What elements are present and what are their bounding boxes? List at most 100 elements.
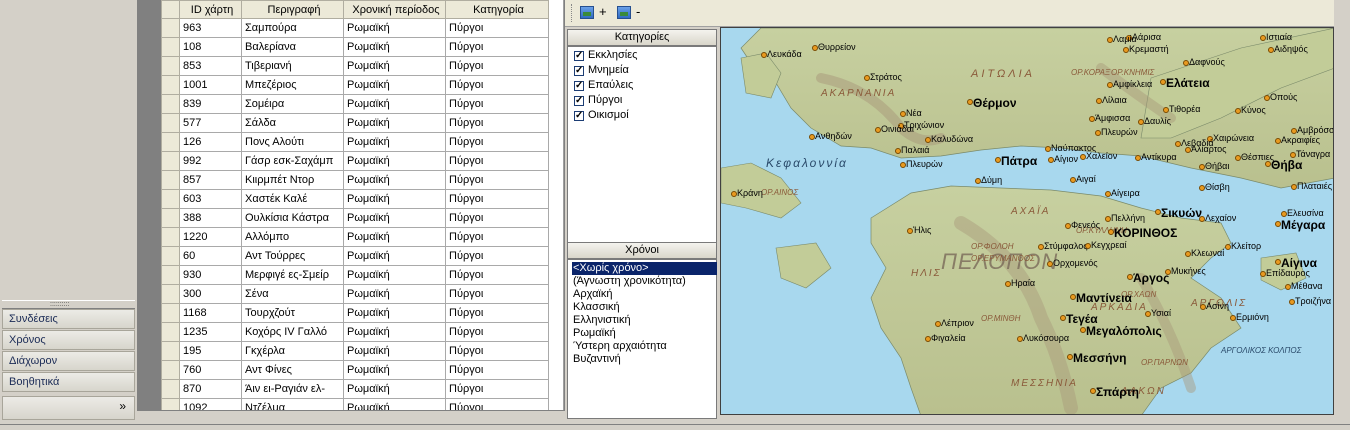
site-marker-icon[interactable] <box>1005 281 1011 287</box>
row-selector[interactable] <box>161 341 180 361</box>
city-label[interactable]: Αμφίκλεια <box>1113 79 1152 89</box>
site-marker-icon[interactable] <box>1067 354 1073 360</box>
cell-map-id[interactable]: 388 <box>179 208 242 228</box>
checkbox-churches[interactable]: ✓ <box>574 51 584 61</box>
city-label[interactable]: Θίσβη <box>1205 182 1230 192</box>
cell-map-id[interactable]: 992 <box>179 151 242 171</box>
city-label[interactable]: Μέγαρα <box>1281 218 1325 232</box>
cell-map-id[interactable]: 963 <box>179 18 242 38</box>
cell-description[interactable]: Ουλκίσια Κάστρα <box>241 208 344 228</box>
cell-description[interactable]: Αλλόμπο <box>241 227 344 247</box>
site-marker-icon[interactable] <box>1200 304 1206 310</box>
cell-category[interactable]: Πύργοι <box>445 113 549 133</box>
city-label[interactable]: Θήβα <box>1271 158 1302 172</box>
site-marker-icon[interactable] <box>1155 209 1161 215</box>
cell-map-id[interactable]: 60 <box>179 246 242 266</box>
site-marker-icon[interactable] <box>1260 35 1266 41</box>
site-marker-icon[interactable] <box>1275 259 1281 265</box>
cell-category[interactable]: Πύργοι <box>445 360 549 380</box>
city-label[interactable]: Ορχομενός <box>1053 258 1098 268</box>
site-marker-icon[interactable] <box>925 336 931 342</box>
site-marker-icon[interactable] <box>935 321 941 327</box>
nav-button-utilities[interactable]: Βοηθητικά <box>2 372 135 392</box>
site-marker-icon[interactable] <box>1107 37 1113 43</box>
cell-period[interactable]: Ρωμαϊκή <box>343 113 446 133</box>
cell-map-id[interactable]: 1220 <box>179 227 242 247</box>
cell-period[interactable]: Ρωμαϊκή <box>343 379 446 399</box>
site-marker-icon[interactable] <box>1199 185 1205 191</box>
checkbox-villas[interactable]: ✓ <box>574 81 584 91</box>
cell-map-id[interactable]: 577 <box>179 113 242 133</box>
cell-category[interactable]: Πύργοι <box>445 246 549 266</box>
city-label[interactable]: Τροιζήνα <box>1295 296 1331 306</box>
cell-period[interactable]: Ρωμαϊκή <box>343 170 446 190</box>
row-selector-header[interactable] <box>161 0 180 19</box>
site-marker-icon[interactable] <box>1285 284 1291 290</box>
cell-description[interactable]: Αντ Φίνες <box>241 360 344 380</box>
site-marker-icon[interactable] <box>731 191 737 197</box>
years-listbox[interactable]: <Χωρίς χρόνο> (Άγνωστη χρονικότητα) Αρχα… <box>567 259 717 419</box>
row-selector[interactable] <box>161 132 180 152</box>
table-row[interactable]: 992 Γάσρ εσκ-Σαχάμπ Ρωμαϊκή Πύργοι <box>161 151 549 171</box>
map-view[interactable]: ΠΕΛΟΠΟΝ ΑΙΤΩΛΙΑ ΑΚΑΡΝΑΝΙΑ ΑΧΑΪΑ ΗΛΙΣ ΑΡΚ… <box>720 27 1334 415</box>
city-label[interactable]: Δαυλίς <box>1144 116 1171 126</box>
city-label[interactable]: Κεγχρεαί <box>1091 240 1127 250</box>
column-header-map-id[interactable]: ID χάρτη <box>179 0 242 19</box>
table-row[interactable]: 1168 Τουρχζούτ Ρωμαϊκή Πύργοι <box>161 303 549 323</box>
cell-description[interactable]: Μερφιγέ ες-Σμείρ <box>241 265 344 285</box>
city-label[interactable]: Πλευρών <box>1101 127 1138 137</box>
city-label[interactable]: Φιγαλεία <box>931 333 966 343</box>
city-label[interactable]: Πλαταιές <box>1297 181 1332 191</box>
city-label[interactable]: Μυκήνες <box>1171 266 1206 276</box>
site-marker-icon[interactable] <box>1275 138 1281 144</box>
city-label[interactable]: Παλαιά <box>901 145 929 155</box>
cell-category[interactable]: Πύργοι <box>445 75 549 95</box>
site-marker-icon[interactable] <box>1281 211 1287 217</box>
site-marker-icon[interactable] <box>1235 108 1241 114</box>
site-marker-icon[interactable] <box>1163 107 1169 113</box>
column-header-period[interactable]: Χρονική περίοδος <box>343 0 446 19</box>
site-marker-icon[interactable] <box>1105 216 1111 222</box>
cell-map-id[interactable]: 603 <box>179 189 242 209</box>
cell-map-id[interactable]: 195 <box>179 341 242 361</box>
table-row[interactable]: 108 Βαλερίανα Ρωμαϊκή Πύργοι <box>161 37 549 57</box>
city-label[interactable]: Λαμία <box>1113 34 1137 44</box>
cell-description[interactable]: Σαμπούρα <box>241 18 344 38</box>
year-item-hellenistic[interactable]: Ελληνιστική <box>572 314 717 327</box>
cell-category[interactable]: Πύργοι <box>445 132 549 152</box>
site-marker-icon[interactable] <box>761 52 767 58</box>
row-selector[interactable] <box>161 360 180 380</box>
checkbox-towers[interactable]: ✓ <box>574 96 584 106</box>
cell-period[interactable]: Ρωμαϊκή <box>343 322 446 342</box>
table-row[interactable]: 839 Σομέιρα Ρωμαϊκή Πύργοι <box>161 94 549 114</box>
cell-map-id[interactable]: 839 <box>179 94 242 114</box>
table-row[interactable]: 603 Χαστέκ Καλέ Ρωμαϊκή Πύργοι <box>161 189 549 209</box>
city-label[interactable]: Θήβαι <box>1205 161 1229 171</box>
site-marker-icon[interactable] <box>1045 146 1051 152</box>
city-label[interactable]: Ανθηδών <box>815 131 852 141</box>
zoom-in-button[interactable]: + <box>599 5 607 19</box>
site-marker-icon[interactable] <box>1105 191 1111 197</box>
city-label[interactable]: Ιστιαία <box>1266 32 1292 42</box>
cell-category[interactable]: Πύργοι <box>445 322 549 342</box>
site-marker-icon[interactable] <box>1175 141 1181 147</box>
cell-description[interactable]: Σομέιρα <box>241 94 344 114</box>
city-label[interactable]: Ελευσίνα <box>1287 208 1324 218</box>
cell-category[interactable]: Πύργοι <box>445 56 549 76</box>
city-label[interactable]: Μέθανα <box>1291 281 1322 291</box>
cell-category[interactable]: Πύργοι <box>445 208 549 228</box>
table-row[interactable]: 760 Αντ Φίνες Ρωμαϊκή Πύργοι <box>161 360 549 380</box>
cell-map-id[interactable]: 300 <box>179 284 242 304</box>
site-marker-icon[interactable] <box>900 162 906 168</box>
cell-description[interactable]: Μπεζέριος <box>241 75 344 95</box>
site-marker-icon[interactable] <box>1183 60 1189 66</box>
site-marker-icon[interactable] <box>1185 147 1191 153</box>
city-label[interactable]: Σπάρτη <box>1096 385 1139 399</box>
row-selector[interactable] <box>161 189 180 209</box>
row-selector[interactable] <box>161 75 180 95</box>
nav-button-connections[interactable]: Συνδέσεις <box>2 309 135 329</box>
site-marker-icon[interactable] <box>1108 229 1114 235</box>
cell-description[interactable]: Κιιρμπέτ Ντορ <box>241 170 344 190</box>
cell-period[interactable]: Ρωμαϊκή <box>343 94 446 114</box>
table-row[interactable]: 930 Μερφιγέ ες-Σμείρ Ρωμαϊκή Πύργοι <box>161 265 549 285</box>
